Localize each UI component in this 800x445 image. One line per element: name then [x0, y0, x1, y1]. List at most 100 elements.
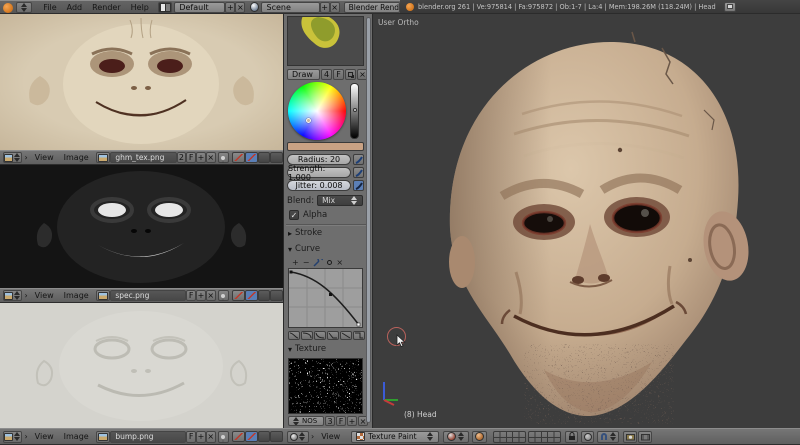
curve-preset-sharp-icon[interactable]: [327, 331, 339, 340]
header-expand-arrow[interactable]: ›: [22, 291, 29, 300]
color-value-slider[interactable]: [350, 83, 359, 139]
header-expand-arrow[interactable]: ›: [22, 432, 29, 441]
screen-layout-field[interactable]: Default: [174, 2, 225, 13]
paint-mode-result-icon[interactable]: [270, 152, 283, 163]
paint-mode-view-icon[interactable]: [232, 431, 245, 442]
scene-field[interactable]: Scene: [261, 2, 319, 13]
menu-image[interactable]: Image: [59, 153, 94, 162]
header-expand-arrow[interactable]: ›: [22, 153, 29, 162]
strength-pressure-icon[interactable]: [353, 167, 364, 178]
curve-tools-icon[interactable]: [313, 259, 323, 267]
curve-preset-sphere-icon[interactable]: [301, 331, 313, 340]
unlink-image-button[interactable]: ×: [206, 290, 216, 301]
lock-to-scene-button[interactable]: [565, 431, 578, 443]
new-image-button[interactable]: +: [196, 290, 206, 301]
layout-icon[interactable]: [158, 2, 172, 13]
menu-image[interactable]: Image: [59, 291, 94, 300]
proportional-edit-button[interactable]: [581, 431, 594, 443]
brush-preview[interactable]: [287, 16, 364, 66]
paint-mode-paint-icon[interactable]: [245, 431, 258, 442]
paint-mode-mask-icon[interactable]: [258, 431, 271, 442]
curve-preset-constant-icon[interactable]: [353, 331, 365, 340]
image-editor-canvas-diffuse[interactable]: [0, 14, 283, 150]
image-name-field[interactable]: ghm_tex.png: [110, 152, 176, 163]
pin-icon[interactable]: [218, 290, 230, 301]
editor-type-button[interactable]: [3, 290, 22, 301]
blend-mode-dropdown[interactable]: Mix: [317, 195, 363, 206]
paint-mode-mask-icon[interactable]: [258, 152, 271, 163]
image-users-button[interactable]: 2: [177, 152, 187, 163]
color-wheel[interactable]: [288, 82, 346, 140]
color-wheel-cursor[interactable]: [306, 118, 311, 123]
editor-type-button[interactable]: [3, 431, 22, 443]
active-color-swatch[interactable]: [287, 142, 364, 151]
unlink-image-button[interactable]: ×: [206, 152, 216, 163]
image-datablock-icon[interactable]: [96, 290, 111, 301]
menu-view[interactable]: View: [30, 291, 59, 300]
menu-view[interactable]: View: [316, 432, 345, 441]
jitter-pressure-icon[interactable]: [353, 180, 364, 191]
add-scene-button[interactable]: +: [320, 2, 330, 13]
texture-datablock-field[interactable]: NOS: [288, 416, 324, 426]
pin-icon[interactable]: [218, 152, 230, 163]
fake-user-button[interactable]: F: [186, 431, 196, 443]
paint-mode-view-icon[interactable]: [232, 290, 245, 301]
layer-grid-left[interactable]: [493, 431, 526, 443]
menu-render[interactable]: Render: [87, 3, 125, 12]
editor-type-button[interactable]: [16, 2, 32, 13]
jitter-slider[interactable]: Jitter: 0.008: [287, 180, 351, 191]
curve-clipping-icon[interactable]: [327, 260, 332, 265]
strength-slider[interactable]: Strength: 1.000: [287, 167, 351, 178]
value-slider-handle[interactable]: [353, 108, 357, 112]
curve-zoom-out-button[interactable]: −: [303, 258, 310, 267]
pin-icon[interactable]: [218, 431, 230, 443]
menu-image[interactable]: Image: [59, 432, 94, 441]
curve-preset-root-icon[interactable]: [314, 331, 326, 340]
mode-dropdown[interactable]: Texture Paint: [351, 431, 439, 443]
image-name-field[interactable]: spec.png: [110, 290, 186, 301]
new-image-button[interactable]: +: [196, 152, 206, 163]
viewport-3d[interactable]: User Ortho (8) Head: [374, 14, 800, 428]
radius-pressure-icon[interactable]: [353, 154, 364, 165]
curve-preset-linear-icon[interactable]: [340, 331, 352, 340]
editor-type-button[interactable]: [287, 431, 309, 443]
brush-users-button[interactable]: 4: [321, 69, 332, 80]
menu-file[interactable]: File: [38, 3, 61, 12]
viewport-shading-dropdown[interactable]: [443, 431, 469, 443]
render-engine-dropdown[interactable]: Blender Render: [344, 2, 400, 13]
image-editor-canvas-spec[interactable]: [0, 165, 283, 288]
header-expand-arrow[interactable]: ›: [309, 432, 316, 441]
close-scene-button[interactable]: ×: [330, 2, 340, 13]
fake-user-button[interactable]: F: [186, 152, 196, 163]
paint-mode-result-icon[interactable]: [270, 290, 283, 301]
image-name-field[interactable]: bump.png: [110, 431, 186, 443]
alpha-checkbox[interactable]: ✓: [289, 210, 299, 220]
brush-name-field[interactable]: Draw: [287, 69, 320, 80]
stroke-panel-header[interactable]: ▸ Stroke: [288, 228, 322, 238]
layer-grid-right[interactable]: [528, 431, 561, 443]
opengl-render-anim-button[interactable]: [638, 431, 652, 443]
image-editor-canvas-bump[interactable]: [0, 303, 283, 428]
curve-panel-header[interactable]: ▾ Curve: [288, 244, 320, 254]
brush-fake-user-button[interactable]: F: [333, 69, 344, 80]
curve-zoom-in-button[interactable]: +: [292, 258, 299, 267]
brush-copy-button[interactable]: [345, 69, 356, 80]
menu-view[interactable]: View: [30, 432, 59, 441]
texture-new-button[interactable]: +: [347, 416, 357, 426]
image-datablock-icon[interactable]: [96, 152, 111, 163]
curve-delete-button[interactable]: ×: [336, 258, 343, 267]
paint-mode-mask-icon[interactable]: [258, 290, 271, 301]
close-layout-button[interactable]: ×: [235, 2, 245, 13]
paint-mode-view-icon[interactable]: [232, 152, 245, 163]
texture-fake-user-button[interactable]: F: [336, 416, 346, 426]
unlink-image-button[interactable]: ×: [206, 431, 216, 443]
new-image-button[interactable]: +: [196, 431, 206, 443]
paint-mode-paint-icon[interactable]: [245, 290, 258, 301]
paint-mode-result-icon[interactable]: [270, 431, 283, 442]
image-datablock-icon[interactable]: [96, 431, 111, 443]
snap-dropdown[interactable]: [597, 431, 619, 443]
fake-user-button[interactable]: F: [186, 290, 196, 301]
brush-falloff-curve[interactable]: [288, 268, 363, 328]
paint-mode-paint-icon[interactable]: [245, 152, 258, 163]
texture-users-button[interactable]: 3: [325, 416, 335, 426]
